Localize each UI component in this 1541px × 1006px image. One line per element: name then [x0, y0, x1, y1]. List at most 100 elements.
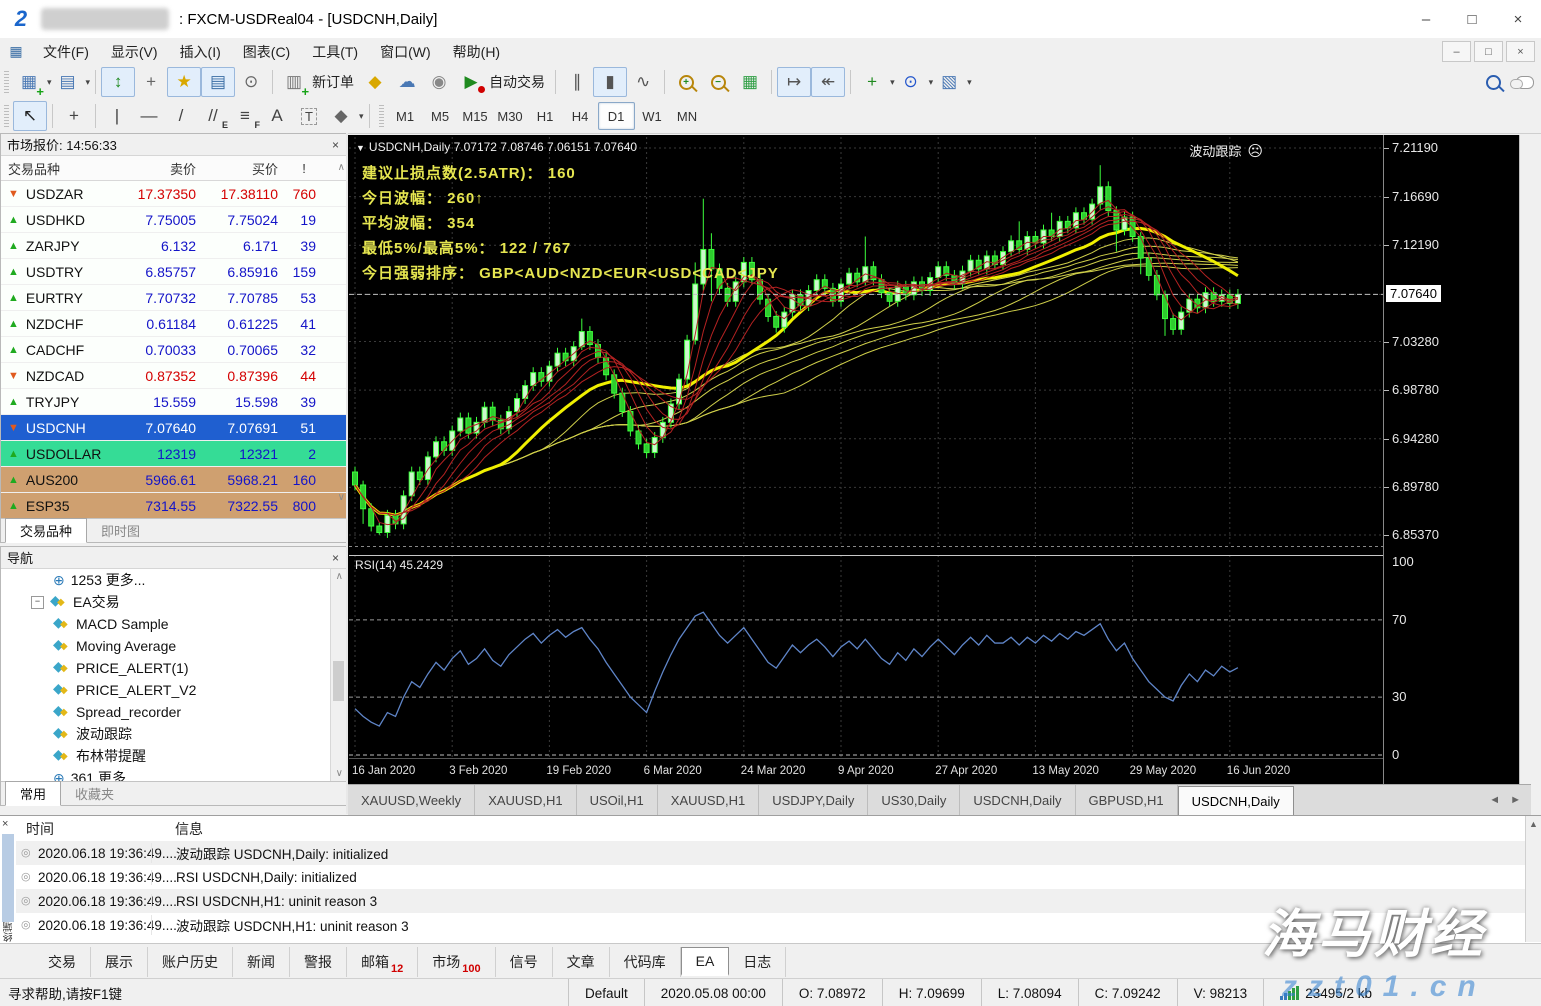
dropdown-arrow-icon[interactable]: ▾ [86, 77, 91, 88]
signals-icon[interactable]: ◉ [423, 68, 455, 96]
timeframe-D1[interactable]: D1 [597, 102, 635, 130]
market-row-USDTRY[interactable]: ▲ USDTRY 6.85757 6.85916 159 [1, 259, 347, 285]
bar-chart-icon[interactable]: ∥ [561, 68, 593, 96]
terminal-tab-展示[interactable]: 展示 [91, 946, 148, 977]
terminal-tab-警报[interactable]: 警报 [290, 946, 347, 977]
dropdown-arrow-icon[interactable]: ▾ [967, 77, 972, 88]
text-icon[interactable]: A [261, 102, 293, 130]
close-icon[interactable]: × [330, 138, 341, 152]
close-button[interactable]: × [1495, 0, 1541, 38]
market-row-ZARJPY[interactable]: ▲ ZARJPY 6.132 6.171 39 [1, 233, 347, 259]
market-row-NZDCHF[interactable]: ▲ NZDCHF 0.61184 0.61225 41 [1, 311, 347, 337]
terminal-tab-日志[interactable]: 日志 [729, 946, 787, 977]
terminal-tab-信号[interactable]: 信号 [496, 946, 553, 977]
chart-tab-4[interactable]: USDJPY,Daily [759, 785, 869, 815]
journal-row-1[interactable]: ◎ 2020.06.18 19:36:49.... RSI USDCNH,Daily… [16, 865, 1525, 889]
metaeditor-icon[interactable]: ☁ [391, 68, 423, 96]
toolbar-grip[interactable] [4, 105, 9, 127]
market-row-USDCNH[interactable]: ▼ USDCNH 7.07640 7.07691 51 [1, 415, 347, 441]
autotrade-icon-label[interactable]: 自动交易 [489, 72, 545, 92]
menu-item-1[interactable]: 显示(V) [100, 39, 169, 65]
new-order-icon[interactable]: ▥ + [278, 68, 310, 98]
chart-tab-1[interactable]: XAUUSD,H1 [475, 785, 577, 815]
terminal-tab-文章[interactable]: 文章 [553, 946, 610, 977]
maximize-button[interactable]: □ [1449, 0, 1495, 38]
timeframe-W1[interactable]: W1 [635, 103, 670, 129]
chart-tab-6[interactable]: USDCNH,Daily [960, 785, 1076, 815]
terminal-tab-市场[interactable]: 市场 100 [418, 946, 496, 977]
menu-item-0[interactable]: 文件(F) [32, 39, 100, 65]
tree-collapse-icon[interactable]: − [31, 595, 44, 609]
nav-item-2[interactable]: ◆ ◆ MACD Sample [1, 613, 331, 635]
scroll-down-icon[interactable]: ∨ [336, 768, 343, 779]
nav-item-6[interactable]: ◆ ◆ Spread_recorder [1, 701, 331, 723]
market-watch-tab-即时图[interactable]: 即时图 [87, 519, 154, 542]
chat-icon[interactable] [1509, 68, 1541, 96]
new-order-icon-label[interactable]: 新订单 [312, 72, 354, 92]
profiles-icon[interactable]: ▤ [52, 68, 84, 96]
terminal-tab-新闻[interactable]: 新闻 [233, 946, 290, 977]
script-icon[interactable]: ◆ [359, 68, 391, 96]
candle-chart-icon[interactable]: ▮ [593, 67, 628, 97]
dropdown-arrow-icon[interactable]: ▾ [359, 111, 364, 122]
market-row-NZDCAD[interactable]: ▼ NZDCAD 0.87352 0.87396 44 [1, 363, 347, 389]
scroll-up-icon[interactable]: ∧ [338, 162, 345, 173]
nav-item-0[interactable]: ⊕ 1253 更多... [1, 569, 331, 591]
main-price-plot[interactable] [349, 137, 1383, 547]
nav-item-4[interactable]: ◆ ◆ PRICE_ALERT(1) [1, 657, 331, 679]
close-icon[interactable]: × [330, 551, 341, 565]
data-window-icon[interactable]: + [135, 68, 167, 96]
mw-col-1[interactable]: 卖价 [119, 159, 205, 178]
terminal-icon[interactable]: ▤ [201, 67, 236, 97]
menu-item-6[interactable]: 帮助(H) [442, 39, 511, 65]
navigator-tab-收藏夹[interactable]: 收藏夹 [61, 782, 128, 805]
indicators-icon[interactable]: + [856, 68, 888, 96]
search-icon[interactable] [1477, 68, 1509, 96]
terminal-grip[interactable] [2, 834, 14, 922]
menu-item-2[interactable]: 插入(I) [169, 39, 232, 65]
close-icon[interactable]: × [2, 818, 8, 830]
chart-tab-7[interactable]: GBPUSD,H1 [1076, 785, 1178, 815]
mw-col-3[interactable]: ! [287, 161, 321, 176]
navigator-tab-常用[interactable]: 常用 [5, 781, 62, 806]
timeframe-H1[interactable]: H1 [528, 103, 563, 129]
label-icon[interactable]: T [293, 102, 325, 130]
navigator-icon[interactable]: ★ [167, 67, 202, 97]
menu-item-4[interactable]: 工具(T) [301, 39, 369, 65]
rsi-chart-svg[interactable] [349, 555, 1383, 758]
chart-tab-2[interactable]: USOil,H1 [577, 785, 658, 815]
menu-item-3[interactable]: 图表(C) [232, 39, 301, 65]
timeframe-M1[interactable]: M1 [388, 103, 423, 129]
timeframe-H4[interactable]: H4 [563, 103, 598, 129]
zoom-out-icon[interactable]: − [702, 68, 734, 96]
journal-row-0[interactable]: ◎ 2020.06.18 19:36:49.... 波动跟踪 USDCNH,Dail… [16, 841, 1525, 865]
nav-item-3[interactable]: ◆ ◆ Moving Average [1, 635, 331, 657]
chart-tab-5[interactable]: US30,Daily [868, 785, 961, 815]
tab-scroll-right-icon[interactable]: ► [1510, 794, 1521, 806]
market-row-ESP35[interactable]: ▲ ESP35 7314.55 7322.55 800 [1, 493, 347, 519]
nav-item-5[interactable]: ◆ ◆ PRICE_ALERT_V2 [1, 679, 331, 701]
market-row-USDOLLAR[interactable]: ▲ USDOLLAR 12319 12321 2 [1, 441, 347, 467]
market-row-USDZAR[interactable]: ▼ USDZAR 17.37350 17.38110 760 [1, 181, 347, 207]
timeframe-MN[interactable]: MN [670, 103, 705, 129]
tile-windows-icon[interactable]: ▦ [734, 68, 766, 96]
chart-tab-0[interactable]: XAUUSD,Weekly [348, 785, 476, 815]
mdi-restore-button[interactable]: □ [1474, 41, 1503, 62]
market-watch-icon[interactable]: ↕ [101, 67, 136, 97]
templates-icon[interactable]: ▧ [933, 68, 965, 96]
menu-item-5[interactable]: 窗口(W) [369, 39, 442, 65]
scroll-up-icon[interactable]: ▲ [1529, 819, 1538, 829]
terminal-tab-交易[interactable]: 交易 [34, 946, 91, 977]
toolbar-grip[interactable] [378, 105, 384, 127]
autoscroll-icon[interactable]: ↦ [777, 67, 812, 97]
zoom-in-icon[interactable]: + [670, 68, 702, 96]
timeframe-M5[interactable]: M5 [423, 103, 458, 129]
dropdown-arrow-icon[interactable]: ▾ [890, 77, 895, 88]
terminal-tab-EA[interactable]: EA [680, 947, 730, 976]
toolbar-grip[interactable] [4, 71, 9, 93]
scroll-up-icon[interactable]: ∧ [336, 571, 343, 582]
scrollbar-thumb[interactable] [333, 661, 344, 701]
shapes-icon[interactable]: ◆ [325, 102, 357, 130]
nav-item-9[interactable]: ⊕ 361 更多... [1, 767, 331, 782]
mw-col-0[interactable]: 交易品种 [1, 159, 119, 178]
